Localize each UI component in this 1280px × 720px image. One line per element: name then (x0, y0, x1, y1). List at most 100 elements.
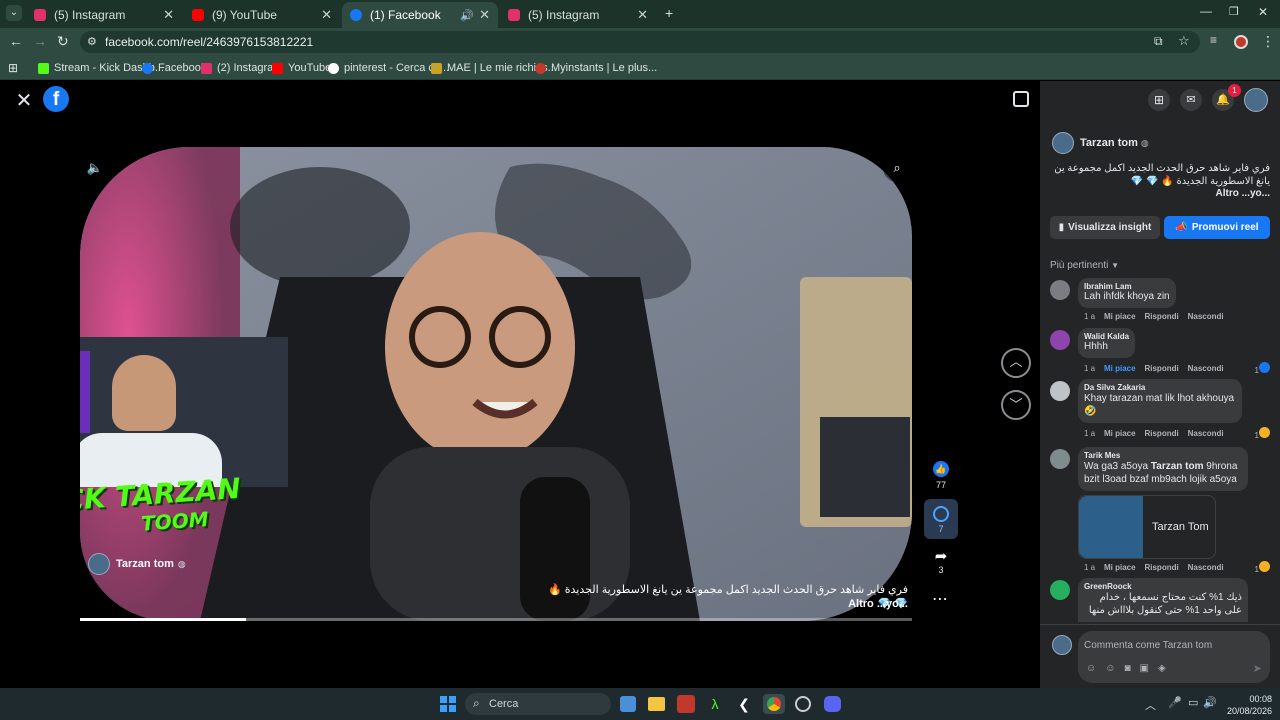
file-explorer-icon[interactable] (648, 697, 665, 711)
reaction-count[interactable]: 1 (1255, 427, 1270, 440)
commenter-name[interactable]: Da Silva Zakaria (1084, 383, 1236, 392)
comment-hide-button[interactable]: Nascondi (1188, 364, 1224, 373)
minimize-icon[interactable]: — (1200, 4, 1212, 18)
comment-reply-button[interactable]: Rispondi (1144, 563, 1178, 572)
tab-instagram-2[interactable]: (5) Instagram ✕ (500, 2, 656, 28)
taskview-icon[interactable] (620, 696, 636, 712)
comment-like-button[interactable]: Mi piace (1104, 364, 1136, 373)
close-window-icon[interactable]: ✕ (1258, 5, 1268, 19)
messenger-icon[interactable]: ✉ (1180, 89, 1202, 111)
tab-youtube[interactable]: (9) YouTube ✕ (184, 2, 340, 28)
chrome-icon[interactable] (763, 694, 785, 714)
comment-time[interactable]: 1 a (1084, 364, 1095, 373)
account-avatar[interactable] (1244, 88, 1268, 112)
commenter-name[interactable]: Ibrahim Lam (1084, 282, 1170, 291)
comment-reply-button[interactable]: Rispondi (1144, 364, 1178, 373)
network-icon[interactable]: ▭ (1188, 696, 1198, 709)
share-button[interactable]: ➦ 3 (926, 547, 956, 575)
windows-start-icon[interactable] (440, 696, 456, 712)
comment-time[interactable]: 1 a (1084, 563, 1095, 572)
app-icon[interactable] (795, 696, 811, 712)
app-icon[interactable]: λ (707, 695, 723, 713)
sticker-icon[interactable]: ◈ (1158, 663, 1175, 674)
previous-reel-button[interactable]: ︿ (1001, 348, 1031, 378)
comment-time[interactable]: 1 a (1084, 429, 1095, 438)
menu-icon[interactable]: ⋮ (1261, 33, 1275, 50)
volume-icon[interactable]: 🔊 (1203, 696, 1217, 709)
reel-author[interactable]: Tarzan tom ◍ (88, 553, 186, 575)
tagged-profile-card[interactable]: Tarzan Tom (1078, 495, 1216, 559)
comment-hide-button[interactable]: Nascondi (1188, 563, 1224, 572)
sidebar-author-avatar[interactable] (1052, 132, 1074, 154)
more-options-icon[interactable]: ⋯ (932, 589, 948, 609)
comment-sort-dropdown[interactable]: Più pertinenti ▼ (1050, 260, 1119, 271)
bookmark-myinstants[interactable]: Myinstants | Le plus... (535, 60, 657, 76)
discord-icon[interactable] (824, 696, 841, 712)
install-app-icon[interactable]: ⧉ (1154, 34, 1163, 49)
tab-search-icon[interactable]: ⌄ (6, 5, 22, 21)
commenter-avatar[interactable] (1050, 449, 1070, 469)
comment-like-button[interactable]: Mi piace (1104, 312, 1136, 321)
maximize-icon[interactable]: ❐ (1229, 5, 1239, 18)
reload-icon[interactable]: ↻ (57, 33, 69, 50)
comment-like-button[interactable]: Mi piace (1104, 563, 1136, 572)
commenter-name[interactable]: Walid Kalda (1084, 332, 1129, 341)
site-info-icon[interactable]: ⚙ (87, 35, 97, 48)
send-icon[interactable]: ➤ (1253, 662, 1262, 675)
bookmark-youtube[interactable]: YouTube (272, 60, 331, 76)
back-icon[interactable]: ← (9, 33, 23, 49)
commenter-avatar[interactable] (1050, 330, 1070, 350)
comment-hide-button[interactable]: Nascondi (1188, 429, 1224, 438)
bookmark-star-icon[interactable]: ☆ (1178, 33, 1190, 49)
tab-audio-icon[interactable]: 🔊 (460, 9, 474, 22)
comment-input[interactable]: Commenta come Tarzan tom ☺☺◙▣◈ ➤ (1078, 631, 1270, 683)
commenter-avatar[interactable] (1050, 580, 1070, 600)
profile-avatar[interactable] (1234, 35, 1248, 49)
tab-facebook[interactable]: (1) Facebook 🔊 ✕ (342, 2, 498, 28)
commenter-name[interactable]: Tarik Mes (1084, 451, 1242, 460)
comment-reply-button[interactable]: Rispondi (1144, 429, 1178, 438)
insight-button[interactable]: ▮ Visualizza insight (1050, 216, 1160, 239)
reel-video[interactable]: KICK TARZAN TOOM (80, 147, 912, 621)
mentioned-user-link[interactable]: Tarzan tom (1151, 461, 1204, 472)
tray-chevron-icon[interactable]: ︿ (1145, 697, 1156, 713)
forward-icon[interactable]: → (33, 33, 47, 49)
url-field[interactable]: ⚙ facebook.com/reel/2463976153812221 ⧉ ☆ (80, 31, 1200, 53)
sidebar-caption-more[interactable]: Altro ...yo... (1160, 188, 1270, 199)
new-tab-icon[interactable]: + (665, 5, 673, 21)
media-control-icon[interactable]: ≡ (1210, 33, 1217, 47)
avatar-sticker-icon[interactable]: ☺ (1086, 663, 1105, 674)
close-tab-icon[interactable]: ✕ (321, 7, 332, 23)
commenter-name[interactable]: GreenRoock (1084, 582, 1242, 591)
next-reel-button[interactable]: ﹀ (1001, 390, 1031, 420)
facebook-logo-icon[interactable]: f (43, 86, 69, 112)
app-icon[interactable]: ❮ (736, 695, 752, 713)
gif-icon[interactable]: ▣ (1139, 663, 1157, 674)
comment-button[interactable]: 7 (924, 499, 958, 539)
caption-more-link[interactable]: Altro ...yo... (808, 598, 908, 610)
news-app-icon[interactable] (677, 695, 695, 713)
menu-grid-icon[interactable]: ⊞ (1148, 89, 1170, 111)
microphone-icon[interactable]: 🎤 (1168, 696, 1182, 709)
commenter-avatar[interactable] (1050, 280, 1070, 300)
close-tab-icon[interactable]: ✕ (163, 7, 174, 23)
emoji-icon[interactable]: ☺ (1105, 663, 1124, 674)
promote-button[interactable]: 📣 Promuovi reel (1164, 216, 1270, 239)
taskbar-search[interactable]: ⌕ Cerca (465, 693, 611, 715)
apps-icon[interactable]: ⊞ (8, 60, 18, 76)
comment-time[interactable]: 1 a (1084, 312, 1095, 321)
clock[interactable]: 00:08 20/08/2026 (1222, 693, 1272, 717)
video-progress-track[interactable] (80, 618, 912, 621)
close-icon[interactable]: ✕ (12, 89, 36, 113)
bookmark-instagram[interactable]: (2) Instagram (201, 60, 282, 76)
comment-like-button[interactable]: Mi piace (1104, 429, 1136, 438)
comment-reply-button[interactable]: Rispondi (1144, 312, 1178, 321)
bookmark-facebook[interactable]: Facebook (142, 60, 206, 76)
camera-icon[interactable]: ◙ (1124, 663, 1139, 674)
reaction-count[interactable]: 1 (1255, 362, 1270, 375)
mute-button[interactable]: 🔈 (81, 154, 109, 182)
comment-hide-button[interactable]: Nascondi (1188, 312, 1224, 321)
reaction-count[interactable]: 1 (1255, 561, 1270, 574)
like-button[interactable]: 👍 77 (926, 461, 956, 490)
toggle-sidebar-icon[interactable] (1013, 91, 1029, 107)
